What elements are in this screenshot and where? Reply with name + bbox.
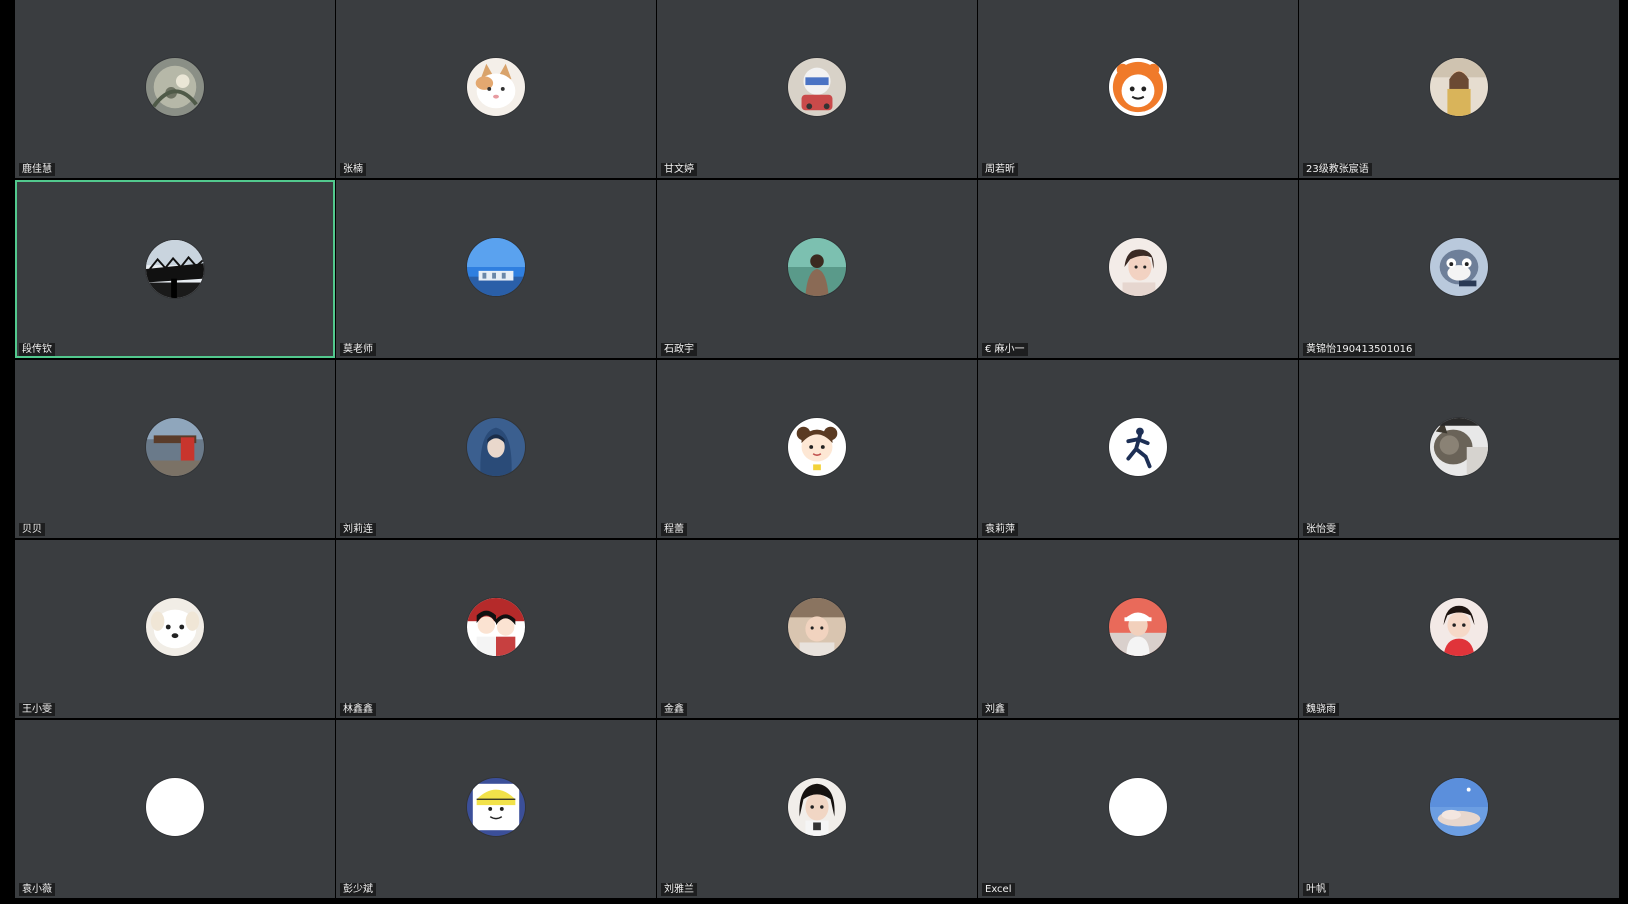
participant-tile[interactable]: 段传钦 xyxy=(15,180,335,358)
participant-tile[interactable]: 贝贝 xyxy=(15,360,335,538)
participant-tile[interactable]: 刘鑫 xyxy=(978,540,1298,718)
cat-photo-avatar xyxy=(467,58,525,116)
participant-tile[interactable]: 石政宇 xyxy=(657,180,977,358)
participant-name-label: 张楠 xyxy=(340,163,366,176)
participant-tile[interactable]: € 麻小一 xyxy=(978,180,1298,358)
participant-tile[interactable]: 张怡雯 xyxy=(1299,360,1619,538)
girl-photo-avatar xyxy=(1430,58,1488,116)
person-nature-avatar xyxy=(788,238,846,296)
cartoon-cat-avatar xyxy=(1430,238,1488,296)
girl-hat-avatar xyxy=(1109,598,1167,656)
participant-tile[interactable]: 刘莉连 xyxy=(336,360,656,538)
participant-name-label: 石政宇 xyxy=(661,343,697,356)
participant-name-label: 林鑫鑫 xyxy=(340,703,376,716)
participant-tile[interactable]: 叶帆 xyxy=(1299,720,1619,898)
participant-name-label: Excel xyxy=(982,883,1015,896)
participant-tile[interactable]: 张楠 xyxy=(336,0,656,178)
girl-portrait-avatar xyxy=(1109,238,1167,296)
bridge-silhouette-avatar xyxy=(146,240,204,298)
flower-photo-avatar xyxy=(146,58,204,116)
default-blank-avatar xyxy=(146,778,204,836)
white-dog-avatar xyxy=(146,598,204,656)
participant-tile[interactable]: 刘雅兰 xyxy=(657,720,977,898)
participant-name-label: 叶帆 xyxy=(1303,883,1329,896)
participant-tile[interactable]: 甘文婷 xyxy=(657,0,977,178)
participant-name-label: 魏骁雨 xyxy=(1303,703,1339,716)
participant-name-label: € 麻小一 xyxy=(982,343,1028,356)
red-building-avatar xyxy=(146,418,204,476)
participant-name-label: 彭少斌 xyxy=(340,883,376,896)
participant-tile[interactable]: 程蕾 xyxy=(657,360,977,538)
participant-name-label: 金鑫 xyxy=(661,703,687,716)
participant-name-label: 黄锦怡190413501016 xyxy=(1303,343,1416,356)
participant-tile[interactable]: 莫老师 xyxy=(336,180,656,358)
sky-clouds-avatar xyxy=(1430,778,1488,836)
participant-tile[interactable]: Excel xyxy=(978,720,1298,898)
child-photo-avatar xyxy=(788,598,846,656)
anime-character-avatar xyxy=(467,778,525,836)
participant-tile[interactable]: 林鑫鑫 xyxy=(336,540,656,718)
participant-name-label: 甘文婷 xyxy=(661,163,697,176)
participant-tile[interactable]: 周若昕 xyxy=(978,0,1298,178)
participant-tile[interactable]: 金鑫 xyxy=(657,540,977,718)
participant-name-label: 段传钦 xyxy=(19,343,55,356)
participant-name-label: 鹿佳慧 xyxy=(19,163,55,176)
participant-name-label: 张怡雯 xyxy=(1303,523,1339,536)
blue-hooded-figure-avatar xyxy=(467,418,525,476)
cartoon-girl-avatar xyxy=(788,418,846,476)
participant-name-label: 袁莉萍 xyxy=(982,523,1018,536)
cartoon-character-avatar xyxy=(788,58,846,116)
participant-tile[interactable]: 袁小薇 xyxy=(15,720,335,898)
participant-name-label: 莫老师 xyxy=(340,343,376,356)
default-blank-avatar xyxy=(1109,778,1167,836)
participant-tile[interactable]: 23级教张宸语 xyxy=(1299,0,1619,178)
participant-tile[interactable]: 黄锦怡190413501016 xyxy=(1299,180,1619,358)
video-grid: 鹿佳慧 张楠 甘文婷 周若昕 23级教张宸语段传钦 莫老师 石政宇 € 麻小一 黄锦怡19041… xyxy=(15,0,1619,900)
participant-tile[interactable]: 鹿佳慧 xyxy=(15,0,335,178)
participant-name-label: 王小雯 xyxy=(19,703,55,716)
participant-tile[interactable]: 魏骁雨 xyxy=(1299,540,1619,718)
illustrated-couple-avatar xyxy=(467,598,525,656)
participant-name-label: 刘莉连 xyxy=(340,523,376,536)
girl-red-top-avatar xyxy=(1430,598,1488,656)
participant-name-label: 袁小薇 xyxy=(19,883,55,896)
cat-pet-avatar xyxy=(1430,418,1488,476)
running-figure-avatar xyxy=(1109,418,1167,476)
orange-cartoon-avatar xyxy=(1109,58,1167,116)
participant-name-label: 贝贝 xyxy=(19,523,45,536)
dark-hair-portrait-avatar xyxy=(788,778,846,836)
participant-name-label: 23级教张宸语 xyxy=(1303,163,1372,176)
participant-name-label: 刘雅兰 xyxy=(661,883,697,896)
participant-tile[interactable]: 彭少斌 xyxy=(336,720,656,898)
participant-tile[interactable]: 王小雯 xyxy=(15,540,335,718)
blue-sky-building-avatar xyxy=(467,238,525,296)
participant-name-label: 刘鑫 xyxy=(982,703,1008,716)
participant-name-label: 周若昕 xyxy=(982,163,1018,176)
participant-name-label: 程蕾 xyxy=(661,523,687,536)
participant-tile[interactable]: 袁莉萍 xyxy=(978,360,1298,538)
